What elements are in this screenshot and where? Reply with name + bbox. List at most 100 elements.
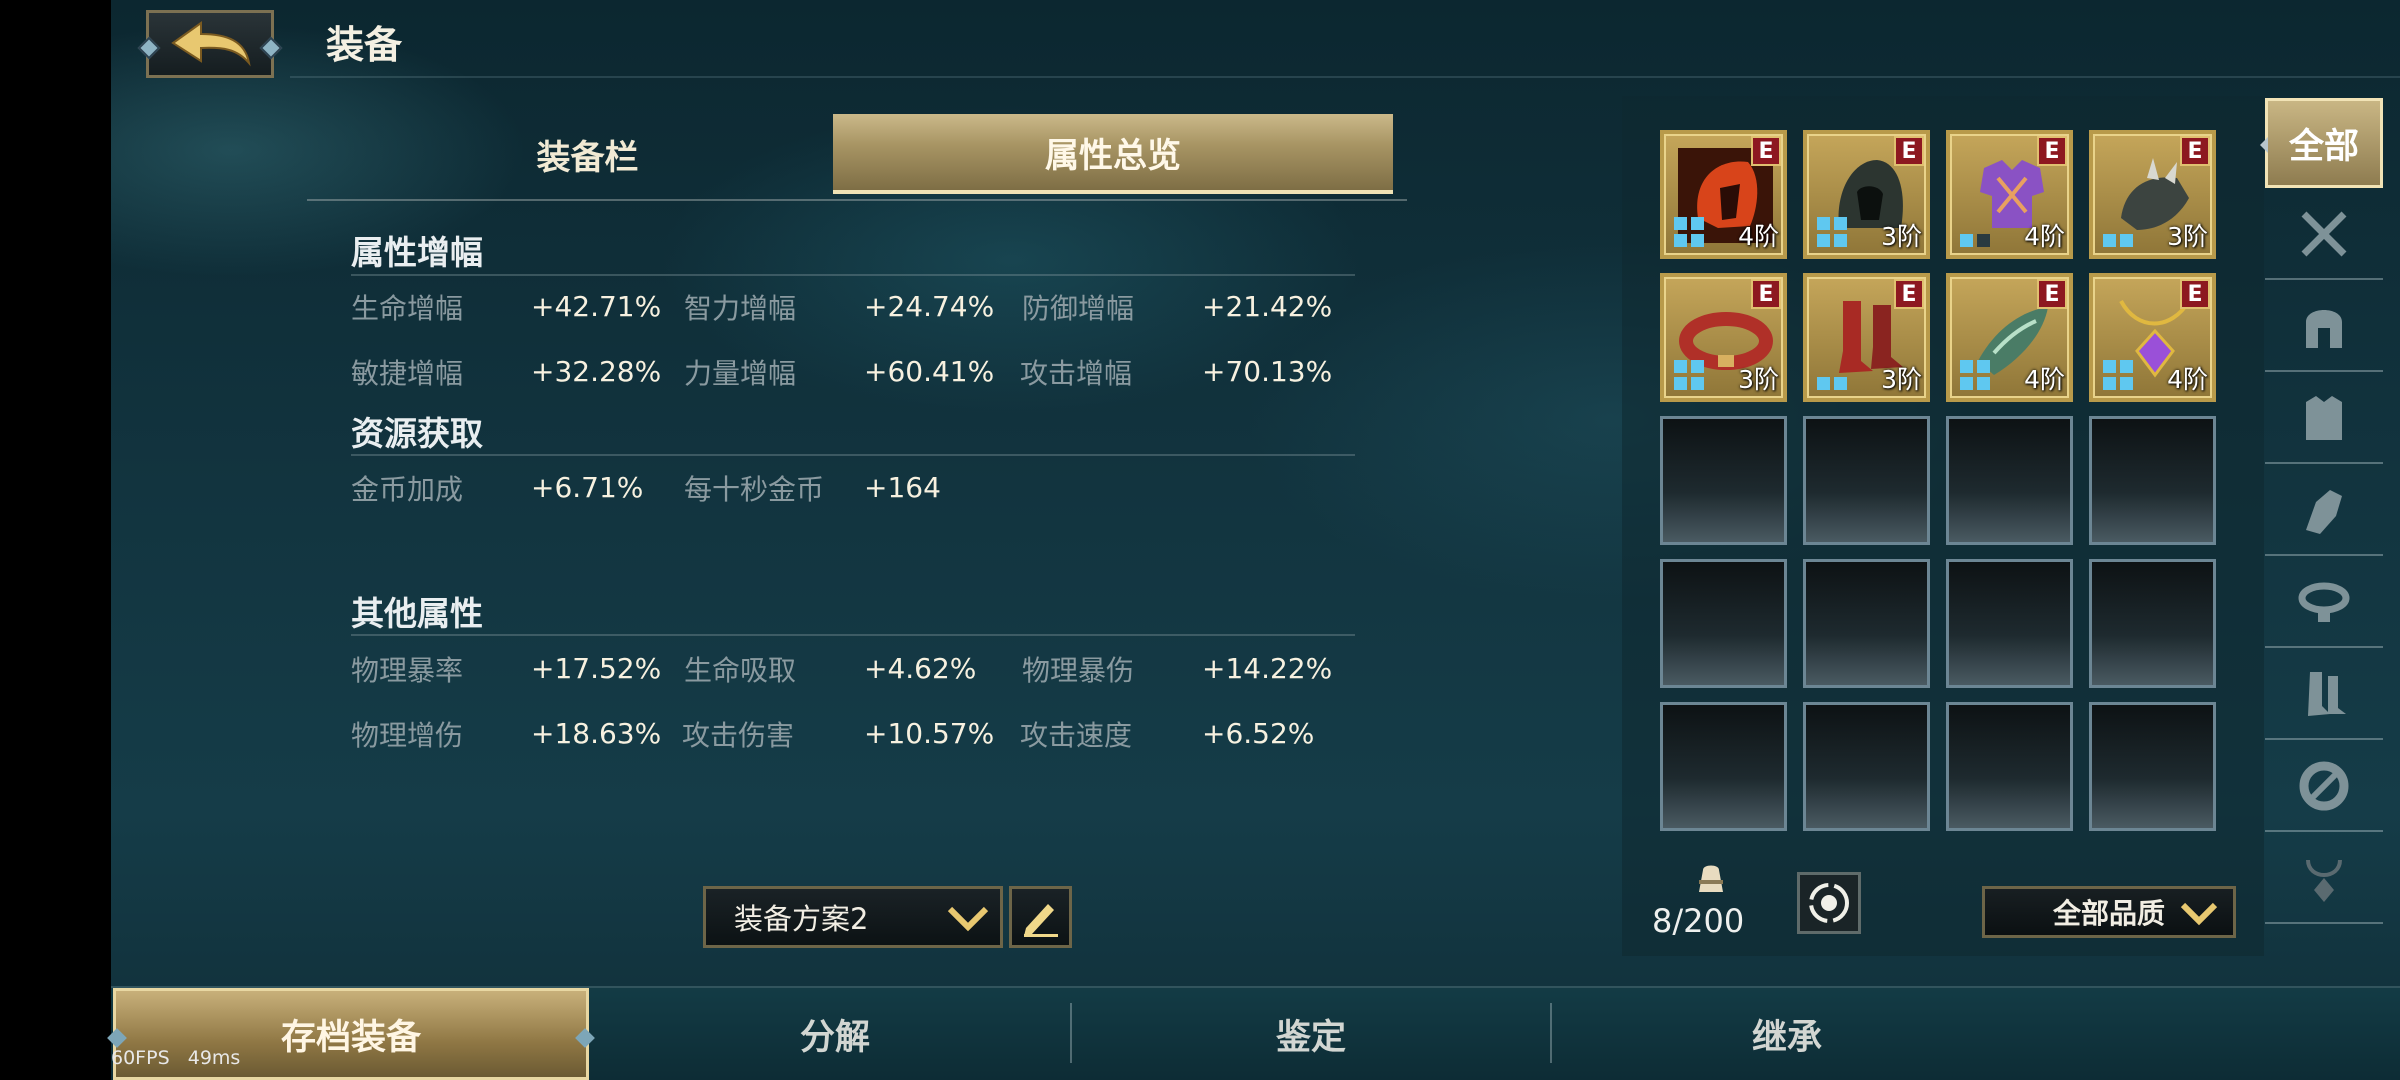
- stat-value: +18.63%: [531, 717, 662, 750]
- helmet-icon: [2306, 310, 2342, 348]
- stat-value: +42.71%: [531, 290, 662, 323]
- socket-icon: [2103, 234, 2133, 247]
- loadout-label: 装备方案2: [734, 902, 869, 936]
- filter-boots[interactable]: [2265, 650, 2383, 740]
- empty-slot[interactable]: [2089, 559, 2216, 688]
- sort-button[interactable]: [1797, 872, 1861, 934]
- inventory-slot[interactable]: E 3阶: [1803, 130, 1930, 259]
- edit-loadout-button[interactable]: [1009, 886, 1072, 948]
- inventory-slot[interactable]: E 4阶: [1660, 130, 1787, 259]
- recycle-icon: [1809, 883, 1849, 923]
- filter-bracer[interactable]: [2265, 742, 2383, 832]
- tier-label: 4阶: [1738, 222, 1779, 251]
- stat-value: +17.52%: [531, 652, 662, 685]
- header-divider: [290, 76, 2400, 78]
- stat-label: 每十秒金币: [684, 473, 825, 506]
- stat-label: 物理增伤: [351, 719, 464, 752]
- tier-label: 3阶: [1881, 222, 1922, 251]
- inventory-slot[interactable]: E 3阶: [1660, 273, 1787, 402]
- quality-filter-dropdown[interactable]: 全部品质: [1982, 886, 2236, 938]
- inventory-slot[interactable]: E 4阶: [1946, 130, 2073, 259]
- tier-label: 3阶: [2167, 222, 2208, 251]
- stat-value: +60.41%: [864, 355, 995, 388]
- tab-equipment-slots[interactable]: 装备栏: [310, 114, 865, 194]
- loadout-dropdown[interactable]: 装备方案2: [703, 886, 1003, 948]
- section-title-resource: 资源获取: [351, 414, 483, 453]
- filter-all[interactable]: 全部: [2260, 98, 2383, 188]
- stat-label: 物理暴伤: [1022, 654, 1135, 687]
- filter-gauntlet[interactable]: [2265, 466, 2383, 556]
- stat-value: +6.71%: [531, 471, 644, 504]
- socket-icon: [1817, 217, 1847, 247]
- filter-belt[interactable]: [2265, 558, 2383, 648]
- empty-slot[interactable]: [1946, 559, 2073, 688]
- tab-divider: [307, 199, 1407, 201]
- rank-badge: E: [2037, 279, 2067, 309]
- stat-label: 金币加成: [351, 473, 464, 506]
- stat-value: +32.28%: [531, 355, 662, 388]
- filter-helmet[interactable]: [2265, 282, 2383, 372]
- stat-value: +164: [864, 471, 941, 504]
- stat-label: 力量增幅: [684, 357, 797, 390]
- fps-value: 60FPS: [111, 1047, 170, 1069]
- socket-icon: [1960, 360, 1990, 390]
- socket-icon: [2103, 360, 2133, 390]
- stat-label: 物理暴率: [351, 654, 464, 687]
- section-divider: [351, 274, 1355, 276]
- stat-label: 生命增幅: [351, 292, 464, 325]
- socket-icon: [1674, 217, 1704, 247]
- socket-icon: [1960, 234, 1990, 247]
- filter-amulet[interactable]: [2265, 834, 2383, 924]
- filter-weapon[interactable]: [2265, 190, 2383, 280]
- empty-slot[interactable]: [2089, 416, 2216, 545]
- section-divider: [351, 634, 1355, 636]
- nav-dismantle[interactable]: 分解: [600, 988, 1070, 1080]
- rank-badge: E: [2180, 279, 2210, 309]
- bracer-icon: [2299, 761, 2349, 811]
- chevron-down-icon: [2180, 902, 2218, 926]
- inventory-slot[interactable]: E 4阶: [1946, 273, 2073, 402]
- empty-slot[interactable]: [1660, 702, 1787, 831]
- sword-icon: [2301, 211, 2347, 257]
- nav-appraise[interactable]: 鉴定: [1072, 988, 1550, 1080]
- socket-icon: [1674, 360, 1704, 390]
- empty-slot[interactable]: [1660, 416, 1787, 545]
- rank-badge: E: [1894, 136, 1924, 166]
- rank-badge: E: [1894, 279, 1924, 309]
- rank-badge: E: [2180, 136, 2210, 166]
- latency-value: 49ms: [187, 1047, 241, 1069]
- stat-label: 防御增幅: [1022, 292, 1135, 325]
- stat-label: 智力增幅: [684, 292, 797, 325]
- nav-inherit[interactable]: 继承: [1552, 988, 2022, 1080]
- armor-icon: [2306, 396, 2342, 440]
- gauntlet-icon: [2306, 490, 2342, 534]
- stat-label: 攻击增幅: [1020, 357, 1133, 390]
- socket-icon: [1817, 377, 1847, 390]
- empty-slot[interactable]: [2089, 702, 2216, 831]
- tab-attribute-overview[interactable]: 属性总览: [833, 114, 1393, 194]
- inventory-slot[interactable]: E 4阶: [2089, 273, 2216, 402]
- empty-slot[interactable]: [1803, 559, 1930, 688]
- belt-icon: [2298, 582, 2350, 622]
- empty-slot[interactable]: [1803, 702, 1930, 831]
- tier-label: 3阶: [1881, 365, 1922, 394]
- quality-filter-label: 全部品质: [2053, 897, 2166, 930]
- empty-slot[interactable]: [1660, 559, 1787, 688]
- chevron-down-icon: [947, 906, 989, 932]
- filter-armor[interactable]: [2265, 374, 2383, 464]
- stat-label: 攻击伤害: [682, 719, 795, 752]
- stat-label: 敏捷增幅: [351, 357, 464, 390]
- inventory-slot[interactable]: E 3阶: [2089, 130, 2216, 259]
- inventory-slot[interactable]: E 3阶: [1803, 273, 1930, 402]
- empty-slot[interactable]: [1946, 416, 2073, 545]
- stat-label: 生命吸取: [684, 654, 797, 687]
- empty-slot[interactable]: [1946, 702, 2073, 831]
- stat-value: +24.74%: [864, 290, 995, 323]
- back-button[interactable]: [146, 10, 274, 78]
- pencil-icon: [1023, 904, 1058, 937]
- back-arrow-icon: [171, 21, 251, 67]
- tier-label: 4阶: [2024, 222, 2065, 251]
- section-title-amplify: 属性增幅: [351, 233, 483, 272]
- empty-slot[interactable]: [1803, 416, 1930, 545]
- rank-badge: E: [1751, 279, 1781, 309]
